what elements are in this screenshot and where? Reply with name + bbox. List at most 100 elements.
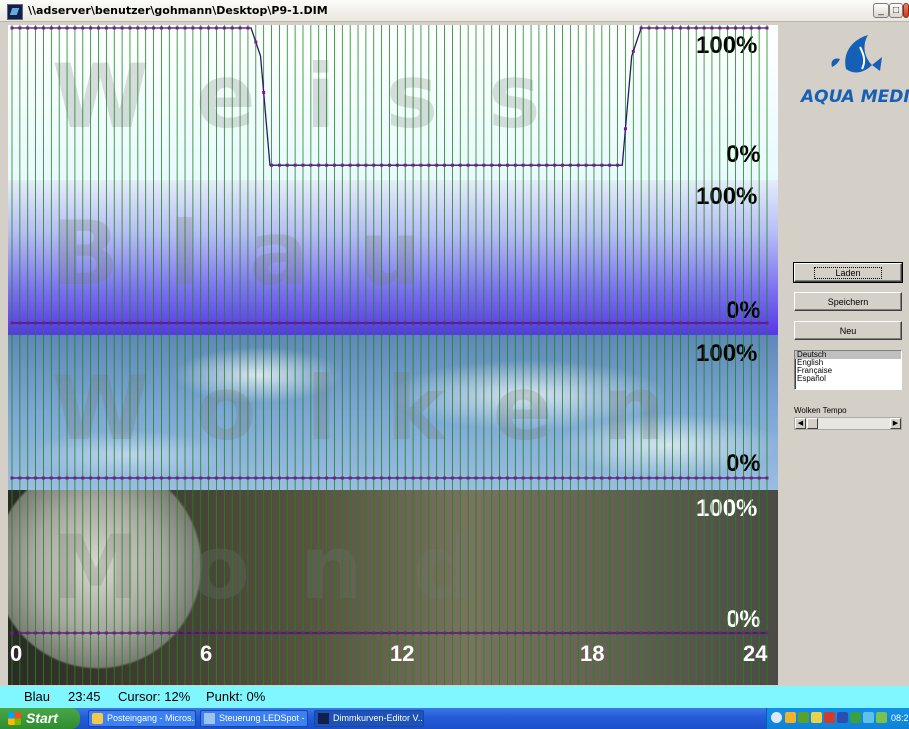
- curve-point[interactable]: [104, 26, 108, 30]
- curve-point[interactable]: [765, 476, 769, 480]
- curve-point[interactable]: [89, 631, 93, 635]
- curve-point[interactable]: [616, 321, 620, 325]
- curve-point[interactable]: [183, 631, 187, 635]
- curve-point[interactable]: [348, 321, 352, 325]
- curve-point[interactable]: [348, 631, 352, 635]
- curve-point[interactable]: [340, 476, 344, 480]
- curve-point[interactable]: [663, 631, 667, 635]
- curve-point[interactable]: [112, 26, 116, 30]
- curve-point[interactable]: [734, 321, 738, 325]
- curve-point[interactable]: [718, 321, 722, 325]
- curve-point[interactable]: [505, 163, 509, 167]
- tray-app-icon[interactable]: [811, 712, 822, 723]
- curve-point[interactable]: [49, 26, 53, 30]
- curve-point[interactable]: [443, 163, 447, 167]
- curve-canvas[interactable]: [8, 335, 778, 490]
- curve-point[interactable]: [340, 321, 344, 325]
- curve-point[interactable]: [238, 26, 242, 30]
- new-button[interactable]: Neu: [794, 321, 902, 340]
- language-option-espanol[interactable]: Español: [795, 375, 901, 383]
- curve-point[interactable]: [230, 321, 234, 325]
- window-titlebar[interactable]: \\adserver\benutzer\gohmann\Desktop\P9-1…: [0, 0, 909, 22]
- curve-point[interactable]: [655, 631, 659, 635]
- curve-point[interactable]: [73, 476, 77, 480]
- curve-point[interactable]: [222, 476, 226, 480]
- curve-point[interactable]: [529, 321, 533, 325]
- curve-point[interactable]: [26, 476, 30, 480]
- curve-point[interactable]: [529, 476, 533, 480]
- curve-point[interactable]: [694, 476, 698, 480]
- curve-point[interactable]: [513, 321, 517, 325]
- curve-point[interactable]: [694, 631, 698, 635]
- curve-point[interactable]: [136, 321, 140, 325]
- curve-point[interactable]: [388, 321, 391, 325]
- curve-point[interactable]: [254, 476, 258, 480]
- curve-point[interactable]: [199, 26, 203, 30]
- curve-point[interactable]: [576, 163, 580, 167]
- curve-point[interactable]: [545, 163, 549, 167]
- curve-point[interactable]: [10, 321, 14, 325]
- curve-point[interactable]: [694, 321, 698, 325]
- curve-point[interactable]: [537, 631, 541, 635]
- curve-point[interactable]: [34, 26, 38, 30]
- curve-point[interactable]: [207, 476, 211, 480]
- curve-point[interactable]: [293, 163, 297, 167]
- curve-point[interactable]: [450, 321, 454, 325]
- start-button[interactable]: Start: [0, 708, 80, 729]
- curve-point[interactable]: [505, 631, 509, 635]
- curve-point[interactable]: [317, 476, 321, 480]
- curve-point[interactable]: [521, 321, 525, 325]
- curve-point[interactable]: [254, 40, 258, 44]
- channel-wolken[interactable]: Wolken 100% 0%: [8, 335, 778, 490]
- curve-point[interactable]: [568, 631, 572, 635]
- curve-point[interactable]: [749, 476, 753, 480]
- curve-point[interactable]: [505, 476, 509, 480]
- curve-point[interactable]: [34, 476, 38, 480]
- curve-point[interactable]: [89, 476, 93, 480]
- curve-point[interactable]: [144, 26, 148, 30]
- curve-point[interactable]: [655, 26, 659, 30]
- maximize-button[interactable]: □: [889, 3, 903, 18]
- curve-point[interactable]: [372, 321, 376, 325]
- curve-point[interactable]: [435, 476, 439, 480]
- curve-point[interactable]: [57, 631, 61, 635]
- taskbar-item-outlook[interactable]: Posteingang - Micros...: [88, 710, 196, 727]
- curve-point[interactable]: [301, 321, 305, 325]
- curve-point[interactable]: [545, 321, 549, 325]
- curve-point[interactable]: [765, 631, 769, 635]
- curve-point[interactable]: [309, 321, 313, 325]
- curve-point[interactable]: [435, 631, 439, 635]
- curve-point[interactable]: [561, 631, 565, 635]
- curve-point[interactable]: [726, 321, 730, 325]
- curve-point[interactable]: [332, 321, 336, 325]
- curve-point[interactable]: [136, 631, 140, 635]
- curve-point[interactable]: [152, 26, 156, 30]
- curve-point[interactable]: [356, 631, 360, 635]
- curve-point[interactable]: [734, 476, 738, 480]
- curve-point[interactable]: [592, 321, 596, 325]
- curve-point[interactable]: [749, 631, 753, 635]
- curve-point[interactable]: [104, 321, 108, 325]
- curve-point[interactable]: [584, 476, 588, 480]
- curve-point[interactable]: [718, 631, 722, 635]
- curve-point[interactable]: [112, 476, 116, 480]
- curve-point[interactable]: [623, 321, 627, 325]
- curve-point[interactable]: [191, 631, 195, 635]
- curve-point[interactable]: [81, 321, 85, 325]
- curve-point[interactable]: [655, 476, 659, 480]
- slider-thumb[interactable]: [807, 418, 818, 429]
- curve-point[interactable]: [34, 321, 38, 325]
- curve-point[interactable]: [191, 476, 195, 480]
- curve-point[interactable]: [411, 163, 415, 167]
- curve-point[interactable]: [616, 476, 620, 480]
- curve-point[interactable]: [600, 163, 604, 167]
- curve-point[interactable]: [207, 631, 211, 635]
- curve-point[interactable]: [277, 631, 281, 635]
- curve-point[interactable]: [710, 321, 714, 325]
- curve-point[interactable]: [167, 321, 171, 325]
- curve-point[interactable]: [655, 321, 659, 325]
- curve-point[interactable]: [309, 476, 313, 480]
- curve-point[interactable]: [332, 631, 336, 635]
- curve-point[interactable]: [159, 321, 163, 325]
- curve-point[interactable]: [230, 476, 234, 480]
